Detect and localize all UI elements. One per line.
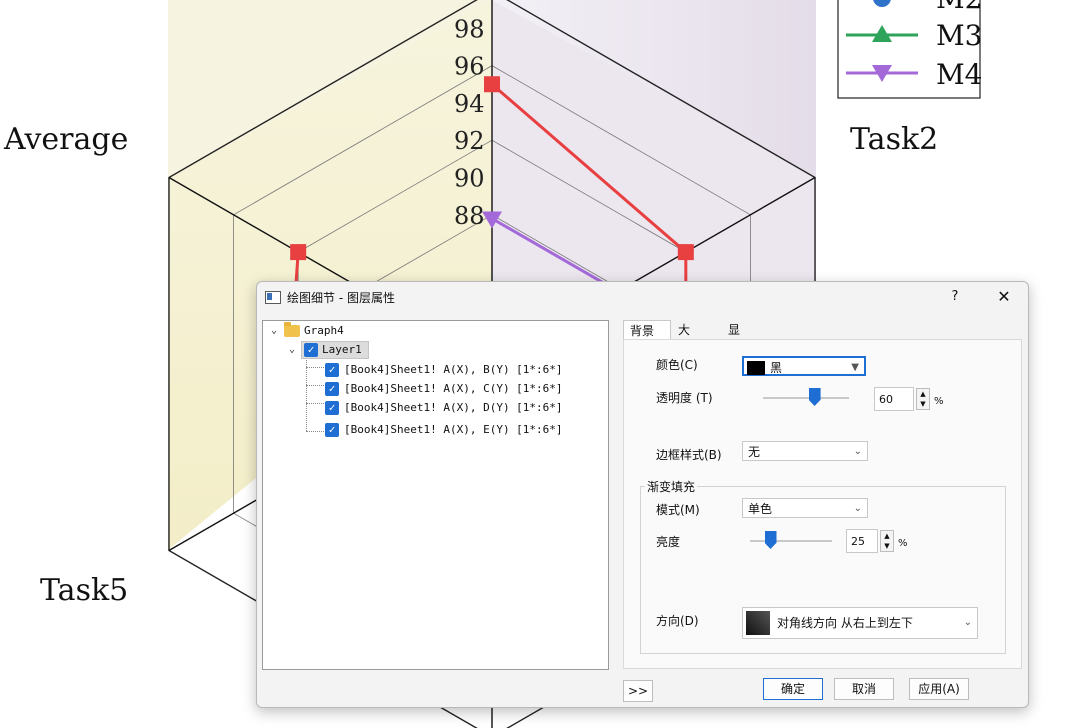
- tab-display-speed[interactable]: 显示/速度: [722, 320, 750, 397]
- transparency-stepper[interactable]: ▲ ▼: [916, 388, 930, 410]
- border-style-select[interactable]: 无 ⌄: [742, 441, 868, 461]
- cancel-button[interactable]: 取消: [834, 678, 894, 700]
- tree-node-label: [Book4]Sheet1! A(X), C(Y) [1*:6*]: [344, 382, 563, 395]
- tree-node-label: Layer1: [322, 343, 362, 356]
- tree-node-label: [Book4]Sheet1! A(X), D(Y) [1*:6*]: [344, 401, 563, 414]
- series-0-marker-4: [290, 244, 307, 261]
- radial-tick-5: 98: [454, 15, 485, 43]
- checkbox-checked-icon[interactable]: ✓: [304, 343, 318, 357]
- brightness-slider[interactable]: [750, 540, 832, 542]
- direction-select[interactable]: 对角线方向 从右上到左下 ⌄: [742, 607, 978, 639]
- radial-tick-4: 96: [454, 53, 485, 81]
- axis-label-task2: Task2: [850, 122, 938, 157]
- mode-select[interactable]: 单色 ⌄: [742, 498, 868, 518]
- checkbox-checked-icon[interactable]: ✓: [325, 423, 339, 437]
- svg-text:M4: M4: [936, 58, 982, 91]
- layer-tree[interactable]: ⌄ Graph4 ⌄ ✓ Layer1 ✓ [Book4]Sheet1! A(X…: [262, 320, 609, 670]
- tree-node-label: [Book4]Sheet1! A(X), B(Y) [1*:6*]: [344, 363, 563, 376]
- legend: M2 M3 M4: [837, 0, 982, 99]
- tab-size[interactable]: 大小: [672, 320, 696, 357]
- transparency-input[interactable]: 60: [874, 387, 914, 411]
- color-swatch: [747, 361, 765, 375]
- chevron-down-icon[interactable]: ⌄: [287, 341, 297, 359]
- chevron-down-icon: ▼: [851, 362, 859, 373]
- tree-node-layer[interactable]: ⌄ ✓ Layer1: [263, 341, 603, 359]
- transparency-slider-thumb[interactable]: [808, 388, 821, 406]
- series-0-marker-1: [677, 244, 694, 261]
- close-button[interactable]: ✕: [992, 285, 1016, 309]
- dialog-title: 绘图细节 - 图层属性: [287, 291, 395, 305]
- axis-label-average: Average: [3, 122, 128, 157]
- tree-node-label: Graph4: [304, 324, 344, 337]
- radial-tick-2: 92: [454, 127, 485, 155]
- folder-icon: [284, 322, 300, 337]
- series-0-marker-0: [484, 76, 500, 93]
- direction-label: 方向(D): [656, 614, 699, 628]
- chevron-down-icon: ⌄: [853, 503, 862, 514]
- svg-text:M2: M2: [936, 0, 982, 15]
- help-button[interactable]: ?: [945, 287, 965, 307]
- apply-button[interactable]: 应用(A): [909, 678, 969, 700]
- plot-details-dialog: 绘图细节 - 图层属性 ? ✕ ⌄ Graph4 ⌄ ✓ Layer1 ✓ [B…: [256, 281, 1029, 708]
- radial-tick-0: 88: [454, 202, 485, 230]
- tree-node-plot[interactable]: ✓ [Book4]Sheet1! A(X), D(Y) [1*:6*]: [263, 399, 603, 417]
- tree-node-plot[interactable]: ✓ [Book4]Sheet1! A(X), E(Y) [1*:6*]: [263, 421, 603, 439]
- tree-node-plot[interactable]: ✓ [Book4]Sheet1! A(X), C(Y) [1*:6*]: [263, 380, 603, 398]
- tree-node-plot[interactable]: ✓ [Book4]Sheet1! A(X), B(Y) [1*:6*]: [263, 361, 603, 379]
- tree-node-label: [Book4]Sheet1! A(X), E(Y) [1*:6*]: [344, 423, 563, 436]
- checkbox-checked-icon[interactable]: ✓: [325, 363, 339, 377]
- transparency-slider[interactable]: [763, 397, 849, 399]
- chevron-down-icon: ⌄: [853, 446, 862, 457]
- gradient-fill-title: 渐变填充: [645, 478, 698, 495]
- tab-background[interactable]: 背景: [623, 320, 671, 341]
- axis-label-task5: Task5: [40, 573, 128, 608]
- ok-button[interactable]: 确定: [763, 678, 823, 700]
- border-style-label: 边框样式(B): [656, 448, 722, 462]
- brightness-input[interactable]: 25: [846, 529, 878, 553]
- gradient-direction-icon: [746, 611, 770, 635]
- checkbox-checked-icon[interactable]: ✓: [325, 382, 339, 396]
- mode-label: 模式(M): [656, 503, 700, 517]
- color-select[interactable]: 黑 ▼: [742, 356, 866, 376]
- brightness-label: 亮度: [656, 535, 681, 549]
- radial-tick-3: 94: [454, 90, 485, 118]
- chevron-down-icon: ⌄: [963, 617, 972, 628]
- radial-tick-1: 90: [454, 165, 485, 193]
- svg-text:M3: M3: [936, 19, 982, 52]
- transparency-label: 透明度 (T): [656, 391, 713, 405]
- tree-node-graph[interactable]: ⌄ Graph4: [263, 322, 603, 340]
- brightness-stepper[interactable]: ▲ ▼: [880, 530, 894, 552]
- window-icon: [265, 291, 281, 304]
- expand-button[interactable]: >>: [623, 680, 653, 702]
- background-panel: 颜色(C) 黑 ▼ 透明度 (T) 60 ▲ ▼ % 边框样式(B) 无 ⌄ 渐变…: [623, 339, 1022, 669]
- checkbox-checked-icon[interactable]: ✓: [325, 401, 339, 415]
- color-label: 颜色(C): [656, 358, 698, 372]
- chevron-down-icon[interactable]: ⌄: [269, 322, 279, 340]
- dialog-titlebar[interactable]: 绘图细节 - 图层属性 ? ✕: [257, 282, 1028, 312]
